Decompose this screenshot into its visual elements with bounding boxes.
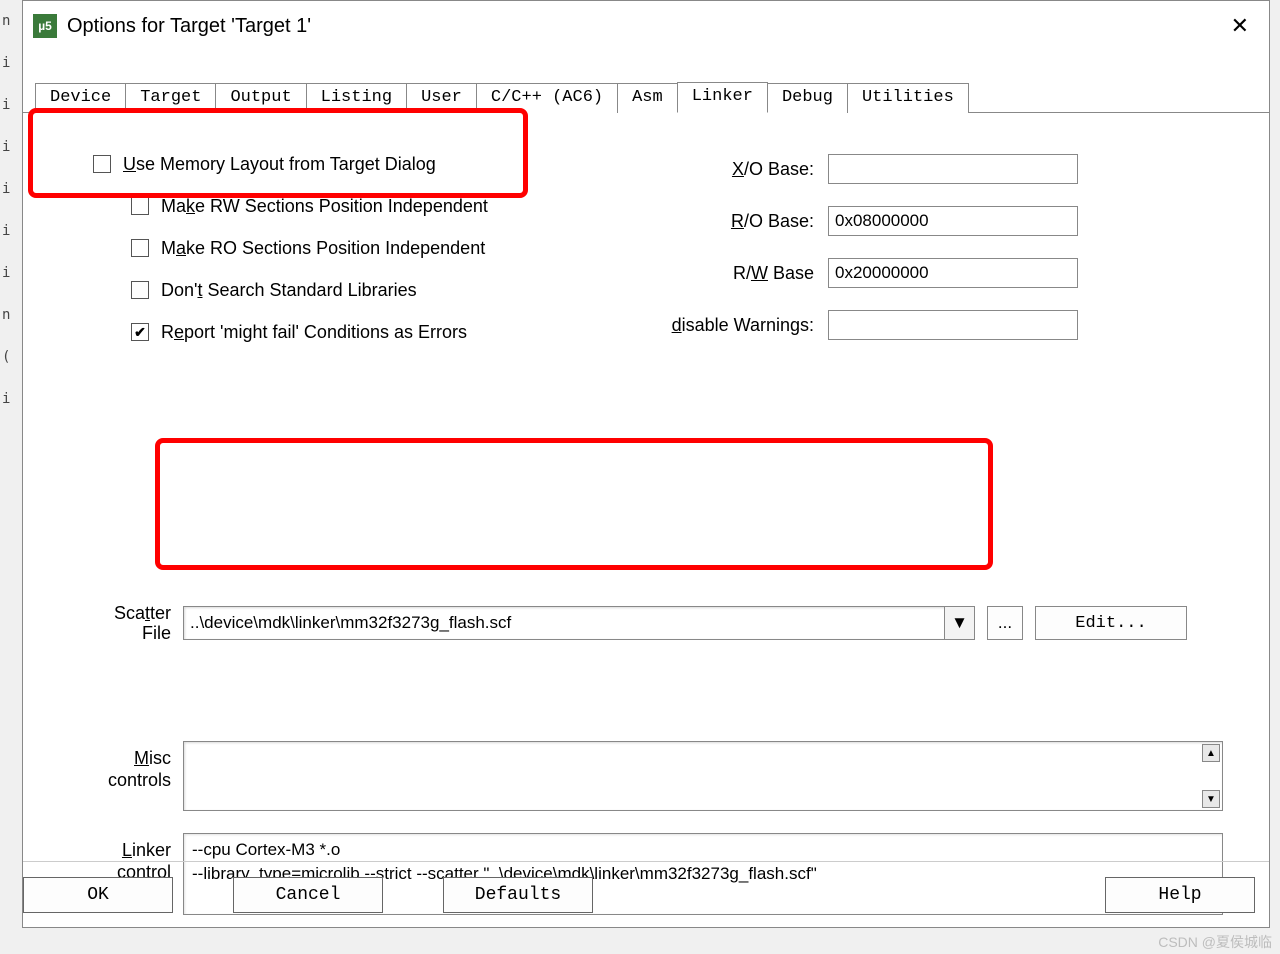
checkbox-label: Don't Search Standard Libraries [161, 280, 417, 301]
titlebar: µ5 Options for Target 'Target 1' ✕ [23, 1, 1269, 51]
scatter-file-value: ..\device\mdk\linker\mm32f3273g_flash.sc… [190, 613, 511, 633]
chevron-down-icon[interactable]: ▼ [944, 607, 974, 639]
checkbox-report-might-fail[interactable]: Report 'might fail' Conditions as Errors [93, 311, 603, 353]
tab-listing[interactable]: Listing [306, 83, 407, 113]
ok-button[interactable]: OK [23, 877, 173, 913]
checkbox-icon[interactable] [131, 281, 149, 299]
scatter-file-combo[interactable]: ..\device\mdk\linker\mm32f3273g_flash.sc… [183, 606, 975, 640]
watermark: CSDN @夏侯城临 [1158, 932, 1272, 952]
xo-base-input[interactable] [828, 154, 1078, 184]
checkbox-label: Make RO Sections Position Independent [161, 238, 485, 259]
spin-up-icon[interactable]: ▲ [1202, 744, 1220, 762]
options-dialog: µ5 Options for Target 'Target 1' ✕ Devic… [22, 0, 1270, 928]
checkbox-icon[interactable] [93, 155, 111, 173]
checkbox-make-rw[interactable]: Make RW Sections Position Independent [93, 185, 603, 227]
editor-gutter: niiiiiin(i [0, 0, 20, 954]
checkbox-label: Use Memory Layout from Target Dialog [123, 154, 436, 175]
ro-base-input[interactable] [828, 206, 1078, 236]
defaults-button[interactable]: Defaults [443, 877, 593, 913]
spin-down-icon[interactable]: ▼ [1202, 790, 1220, 808]
xo-base-label: X/O Base: [633, 159, 828, 180]
misc-controls-label: Misccontrols [83, 741, 183, 811]
tab-linker[interactable]: Linker [677, 82, 768, 113]
checkbox-make-ro[interactable]: Make RO Sections Position Independent [93, 227, 603, 269]
checkbox-dont-search[interactable]: Don't Search Standard Libraries [93, 269, 603, 311]
tab-debug[interactable]: Debug [767, 83, 848, 113]
checkbox-label: Report 'might fail' Conditions as Errors [161, 322, 467, 343]
tab-utilities[interactable]: Utilities [847, 83, 969, 113]
misc-controls-input[interactable]: ▲ ▼ [183, 741, 1223, 811]
window-title: Options for Target 'Target 1' [67, 15, 311, 38]
disable-warnings-label: disable Warnings: [633, 315, 828, 336]
scatter-edit-button[interactable]: Edit... [1035, 606, 1187, 640]
disable-warnings-input[interactable] [828, 310, 1078, 340]
scatter-file-label: ScatterFile [83, 603, 183, 643]
checkbox-icon[interactable] [131, 239, 149, 257]
tab-user[interactable]: User [406, 83, 477, 113]
app-icon: µ5 [33, 14, 57, 38]
tab-asm[interactable]: Asm [617, 83, 678, 113]
cancel-button[interactable]: Cancel [233, 877, 383, 913]
tab-device[interactable]: Device [35, 83, 126, 113]
checkbox-use-memory-layout[interactable]: Use Memory Layout from Target Dialog [93, 143, 603, 185]
help-button[interactable]: Help [1105, 877, 1255, 913]
tab-strip: Device Target Output Listing User C/C++ … [23, 51, 1269, 113]
scatter-browse-button[interactable]: ... [987, 606, 1023, 640]
dialog-button-row: OK Cancel Defaults Help [23, 861, 1269, 927]
tab-cpp[interactable]: C/C++ (AC6) [476, 83, 618, 113]
tab-output[interactable]: Output [215, 83, 306, 113]
ro-base-label: R/O Base: [633, 211, 828, 232]
rw-base-input[interactable] [828, 258, 1078, 288]
checkbox-icon[interactable] [131, 197, 149, 215]
checkbox-label: Make RW Sections Position Independent [161, 196, 488, 217]
linker-panel: Use Memory Layout from Target Dialog Mak… [23, 113, 1269, 927]
rw-base-label: R/W Base [633, 263, 828, 284]
checkbox-icon[interactable] [131, 323, 149, 341]
tab-target[interactable]: Target [125, 83, 216, 113]
close-icon[interactable]: ✕ [1221, 9, 1259, 43]
